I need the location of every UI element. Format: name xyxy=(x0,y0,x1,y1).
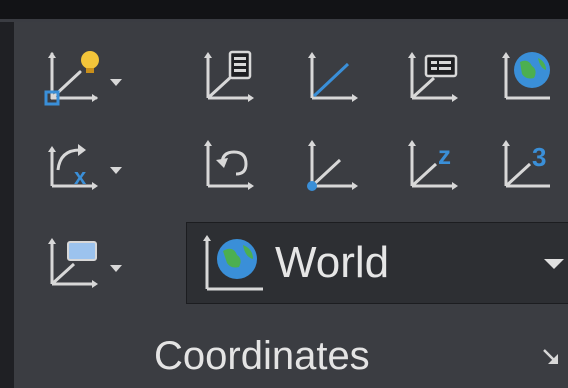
previous-ucs-button[interactable] xyxy=(196,134,260,198)
chevron-down-icon xyxy=(110,79,122,86)
view-ucs-icon xyxy=(204,50,254,102)
ucs-icon-properties-icon xyxy=(48,238,98,288)
panel-left-edge xyxy=(0,22,14,388)
world-ucs-icon xyxy=(203,235,263,291)
ucs-button[interactable] xyxy=(40,46,104,110)
face-ucs-button[interactable] xyxy=(400,46,464,110)
three-point-ucs-icon: 3 xyxy=(502,140,550,188)
z-axis-vector-icon: z xyxy=(408,140,458,190)
world-ucs-icon xyxy=(502,52,550,100)
world-ucs-button[interactable] xyxy=(494,46,558,110)
chevron-down-icon xyxy=(110,265,122,272)
svg-text:z: z xyxy=(438,140,451,170)
object-ucs-button[interactable] xyxy=(300,46,364,110)
object-ucs-icon xyxy=(308,52,358,102)
ucs-x-rotate-dropdown-arrow[interactable] xyxy=(108,162,124,178)
previous-ucs-icon xyxy=(204,140,254,190)
ucs-x-rotate-icon: x xyxy=(48,144,98,190)
chevron-down-icon xyxy=(110,167,122,174)
named-ucs-value: World xyxy=(275,238,390,287)
chevron-down-icon xyxy=(544,259,564,269)
face-ucs-icon xyxy=(408,52,458,102)
origin-ucs-icon xyxy=(307,140,358,191)
panel-title-bar: Coordinates xyxy=(14,318,568,388)
named-ucs-combo[interactable]: World xyxy=(186,222,568,304)
z-axis-vector-button[interactable]: z xyxy=(400,134,464,198)
view-ucs-button[interactable] xyxy=(196,46,260,110)
dialog-launcher-icon[interactable] xyxy=(540,346,562,368)
ribbon-top-strip xyxy=(0,0,568,22)
ucs-icon-properties-dropdown-arrow[interactable] xyxy=(108,260,124,276)
svg-text:x: x xyxy=(74,164,87,189)
ucs-icon-properties-button[interactable] xyxy=(40,232,104,296)
coordinates-panel: x z 3 World Coordinates xyxy=(14,22,568,388)
three-point-ucs-button[interactable]: 3 xyxy=(494,134,558,198)
panel-title: Coordinates xyxy=(154,334,370,378)
ucs-x-rotate-button[interactable]: x xyxy=(40,134,104,198)
ucs-dropdown-arrow[interactable] xyxy=(108,74,124,90)
origin-ucs-button[interactable] xyxy=(300,134,364,198)
svg-text:3: 3 xyxy=(532,142,546,172)
ucs-icon xyxy=(44,51,99,106)
